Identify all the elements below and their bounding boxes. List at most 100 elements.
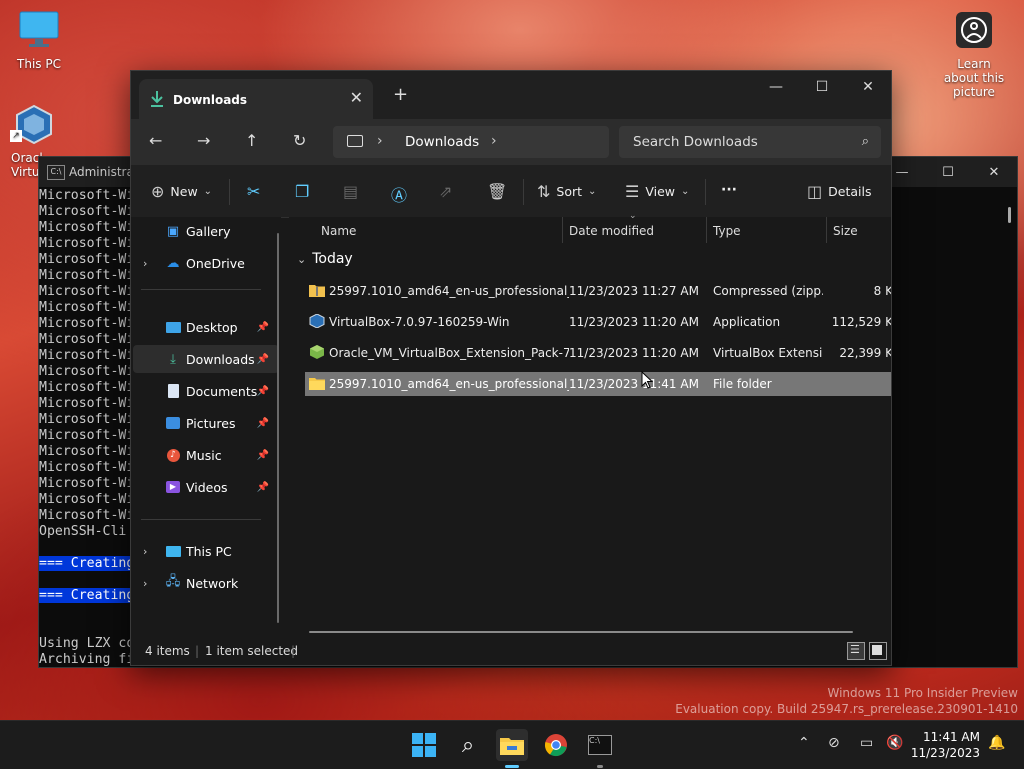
sort-indicator-icon: ⌄ [629,211,637,221]
group-header-today[interactable]: ⌄ Today [297,251,353,267]
address-bar[interactable]: › Downloads › [333,126,609,158]
details-button[interactable]: ◫ Details [807,182,871,201]
column-date-modified[interactable]: Date modified [569,224,654,238]
volume-muted-icon[interactable]: 🔇 [886,735,903,751]
column-name[interactable]: Name [321,224,356,238]
close-button[interactable]: ✕ [845,71,891,103]
file-date: 11/23/2023 11:41 AM [569,377,699,391]
monitor-icon [19,11,59,47]
pin-icon: 📌 [256,417,269,429]
file-type: Compressed (zipp... [713,284,823,298]
pin-icon: 📌 [256,385,269,397]
clock[interactable]: 11:41 AM 11/23/2023 [911,729,980,761]
camera-location-icon [956,12,992,48]
nav-item-videos[interactable]: ▶ Videos 📌 [133,473,279,501]
start-button[interactable] [408,729,440,761]
column-size[interactable]: Size [833,224,858,238]
nav-item-onedrive[interactable]: › ☁ OneDrive [133,249,279,277]
nav-item-this-pc[interactable]: › This PC [133,537,279,565]
search-icon: ⌕ [461,732,475,758]
nav-item-downloads[interactable]: ⤓ Downloads 📌 [133,345,279,373]
desktop-icon-learn-about-picture[interactable]: Learn about this picture [936,10,1012,99]
status-bar: 4 items | 1 item selected | ☰ [131,637,891,665]
tiles-view-button[interactable] [869,642,887,660]
tab-close-icon[interactable]: ✕ [350,88,363,107]
chevron-right-icon[interactable]: › [143,545,147,558]
new-button[interactable]: ⊕ New ⌄ [151,182,212,201]
back-button[interactable]: ← [149,131,162,150]
address-bar-row: ← → ↑ ↻ › Downloads › Search Downloads ⌕ [131,119,891,165]
file-name: Oracle_VM_VirtualBox_Extension_Pack-7...… [329,346,569,360]
list-view-icon: ☰ [625,182,640,201]
chevron-down-icon: ⌄ [297,252,307,266]
trash-icon: 🗑 [487,182,508,201]
copy-button[interactable]: ❐ [295,182,309,201]
file-name: 25997.1010_amd64_en-us_professional_e... [329,284,569,298]
file-type: VirtualBox Extensi... [713,346,823,360]
folder-icon [500,738,524,755]
more-options-button[interactable]: ··· [721,182,737,198]
sort-button[interactable]: ⇅ Sort ⌄ [537,182,596,201]
terminal-scrollbar[interactable] [1008,207,1011,223]
rename-button[interactable]: Ⓐ [391,182,407,206]
nav-item-desktop[interactable]: Desktop 📌 [133,313,279,341]
tab-downloads[interactable]: Downloads ✕ [139,79,373,119]
taskbar-chrome[interactable] [540,729,572,761]
file-explorer-window[interactable]: Downloads ✕ + — ☐ ✕ ← → ↑ ↻ › Downloads … [130,70,892,666]
details-view-button[interactable]: ☰ [847,642,865,660]
cloud-icon: ☁ [166,255,180,271]
terminal-close-button[interactable]: ✕ [971,157,1017,187]
search-button[interactable]: ⌕ [452,729,484,761]
forward-button[interactable]: → [197,131,210,150]
pc-icon [347,135,363,147]
file-row[interactable]: 25997.1010_amd64_en-us_professional_e...… [305,279,891,303]
desktop-icon-label: This PC [17,57,61,71]
new-tab-button[interactable]: + [393,84,408,105]
search-input[interactable]: Search Downloads ⌕ [619,126,881,158]
file-row[interactable]: VirtualBox-7.0.97-160259-Win 11/23/2023 1… [305,310,891,334]
document-icon [165,384,181,398]
cut-button[interactable]: ✂ [247,182,260,201]
nav-label: Downloads [186,351,255,367]
desktop-icon-this-pc[interactable]: This PC [1,10,77,71]
column-type[interactable]: Type [713,224,741,238]
minimize-button[interactable]: — [753,71,799,103]
view-button[interactable]: ☰ View ⌄ [625,182,689,201]
notification-bell-icon[interactable]: 🔔 [988,735,1005,751]
refresh-button[interactable]: ↻ [293,131,306,150]
horizontal-scrollbar[interactable] [309,631,853,633]
display-icon[interactable]: ▭ [860,735,873,751]
terminal-maximize-button[interactable]: ☐ [925,157,971,187]
command-bar: ⊕ New ⌄ ✂ ❐ ▤ Ⓐ ⇗ 🗑 ⇅ Sort ⌄ ☰ View ⌄ ··… [131,165,891,218]
file-row[interactable]: 25997.1010_amd64_en-us_professional_e...… [305,372,891,396]
nav-item-network[interactable]: › 🖧 Network [133,569,279,597]
maximize-button[interactable]: ☐ [799,71,845,103]
delete-button[interactable]: 🗑 [487,182,507,201]
chevron-right-icon[interactable]: › [377,133,383,149]
chevron-right-icon[interactable]: › [143,257,147,270]
chevron-right-icon[interactable]: › [143,577,147,590]
file-list: Name Date modified ⌄ Type Size ⌄ Today 2… [289,211,891,633]
nav-item-music[interactable]: ♪ Music 📌 [133,441,279,469]
network-status-icon[interactable]: ⊘ [828,735,840,751]
nav-item-documents[interactable]: Documents 📌 [133,377,279,405]
nav-scrollbar[interactable] [277,233,279,623]
show-hidden-icons-button[interactable]: ⌃ [798,735,810,751]
taskbar-terminal[interactable]: C:\ [584,729,616,761]
taskbar-file-explorer[interactable] [496,729,528,761]
up-button[interactable]: ↑ [245,131,258,150]
terminal-icon: C:\ [588,735,612,755]
monitor-icon [165,544,181,558]
pin-icon: 📌 [256,321,269,333]
nav-label: Documents [186,383,258,399]
nav-item-gallery[interactable]: ▣ Gallery [133,217,279,245]
share-icon: ⇗ [439,182,453,201]
network-icon: 🖧 [165,574,181,589]
download-icon [151,91,163,107]
paste-button[interactable]: ▤ [343,182,358,201]
file-row[interactable]: Oracle_VM_VirtualBox_Extension_Pack-7...… [305,341,891,365]
chevron-right-icon[interactable]: › [491,133,497,149]
nav-item-pictures[interactable]: Pictures 📌 [133,409,279,437]
breadcrumb-downloads[interactable]: Downloads [405,134,479,150]
share-button[interactable]: ⇗ [439,182,452,201]
